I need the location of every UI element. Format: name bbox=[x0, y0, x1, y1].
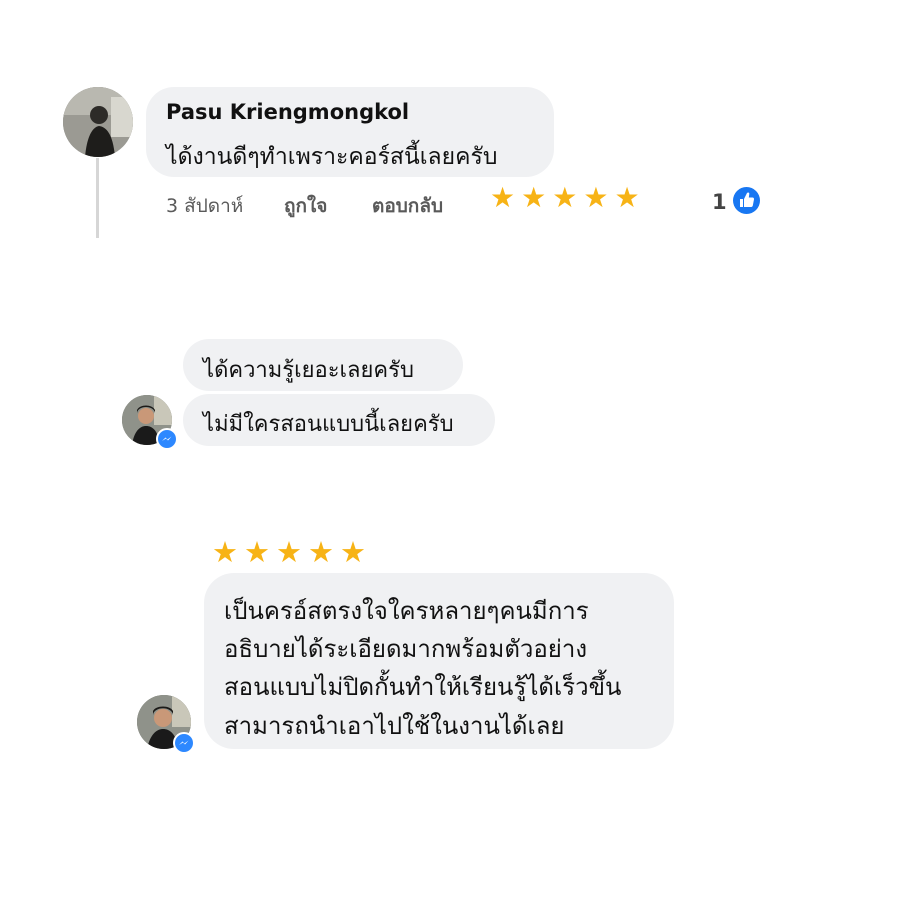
messenger-icon bbox=[173, 732, 195, 754]
review-text-line: สอนแบบไม่ปิดกั้นทำให้เรียนรู้ได้เร็วขึ้น bbox=[224, 673, 622, 701]
comment-timestamp[interactable]: 3 สัปดาห์ bbox=[166, 191, 243, 221]
thread-line bbox=[96, 158, 99, 238]
messenger-icon bbox=[156, 428, 178, 450]
message-text: ไม่มีใครสอนแบบนี้เลยครับ bbox=[203, 412, 454, 437]
commenter-avatar[interactable] bbox=[63, 87, 133, 157]
commenter-name[interactable]: Pasu Kriengmongkol bbox=[166, 100, 409, 124]
like-link[interactable]: ถูกใจ bbox=[284, 191, 327, 221]
star-icon: ★ bbox=[552, 181, 578, 214]
star-icon: ★ bbox=[340, 535, 366, 569]
star-icon: ★ bbox=[490, 181, 516, 214]
review-text-line: เป็นครอ์สตรงใจใครหลายๆคนมีการ bbox=[224, 597, 589, 625]
reply-link[interactable]: ตอบกลับ bbox=[372, 191, 443, 221]
review-text-line: สามารถนำเอาไปใช้ในงานได้เลย bbox=[224, 712, 565, 740]
reaction-count[interactable]: 1 bbox=[712, 190, 727, 214]
star-rating: ★ ★ ★ ★ ★ bbox=[490, 184, 646, 212]
star-icon: ★ bbox=[244, 535, 270, 569]
star-icon: ★ bbox=[276, 535, 302, 569]
star-icon: ★ bbox=[308, 535, 334, 569]
review-text-line: อธิบายได้ระเอียดมากพร้อมตัวอย่าง bbox=[224, 635, 588, 663]
star-icon: ★ bbox=[521, 181, 547, 214]
review-star-rating: ★ ★ ★ ★ ★ bbox=[212, 538, 372, 567]
comment-text: ได้งานดีๆทำเพราะคอร์สนี้เลยครับ bbox=[166, 144, 498, 170]
person-photo-icon bbox=[63, 87, 133, 157]
message-text: ได้ความรู้เยอะเลยครับ bbox=[203, 358, 414, 383]
star-icon: ★ bbox=[614, 181, 640, 214]
star-icon: ★ bbox=[212, 535, 238, 569]
star-icon: ★ bbox=[583, 181, 609, 214]
thumbs-up-icon[interactable] bbox=[733, 187, 760, 214]
